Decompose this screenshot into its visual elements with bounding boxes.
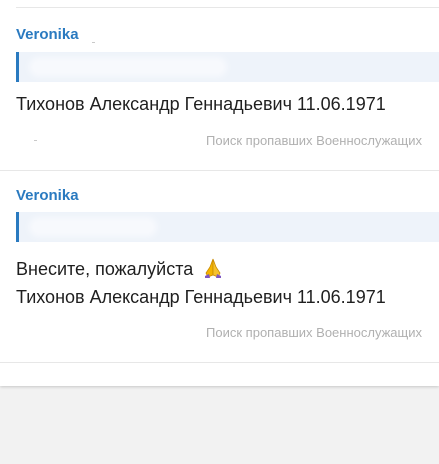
quoted-message-redacted-text bbox=[33, 61, 223, 73]
quoted-message[interactable] bbox=[16, 52, 439, 82]
message-item[interactable]: Veronika Внесите, пожалуйста Тихонов Але… bbox=[0, 187, 439, 363]
message-item[interactable]: Veronika Тихонов Александр Геннадьевич 1… bbox=[0, 26, 439, 171]
author-meta-dot bbox=[92, 42, 95, 43]
praying-hands-icon bbox=[202, 258, 224, 278]
quoted-message[interactable] bbox=[16, 212, 439, 242]
message-text: Тихонов Александр Геннадьевич 11.06.1971 bbox=[16, 287, 386, 307]
divider bbox=[16, 7, 439, 8]
message-source[interactable]: Поиск пропавших Военнослужащих bbox=[206, 133, 422, 149]
message-text: Тихонов Александр Геннадьевич 11.06.1971 bbox=[16, 94, 386, 114]
message-text: Внесите, пожалуйста bbox=[16, 257, 224, 281]
message-author[interactable]: Veronika bbox=[16, 187, 79, 205]
message-meta-dot bbox=[34, 140, 37, 141]
message-author[interactable]: Veronika bbox=[16, 26, 79, 44]
message-text-line: Внесите, пожалуйста bbox=[16, 259, 194, 279]
quoted-message-redacted-text bbox=[33, 221, 153, 233]
message-source[interactable]: Поиск пропавших Военнослужащих bbox=[206, 325, 422, 341]
message-feed: Veronika Тихонов Александр Геннадьевич 1… bbox=[0, 0, 439, 386]
